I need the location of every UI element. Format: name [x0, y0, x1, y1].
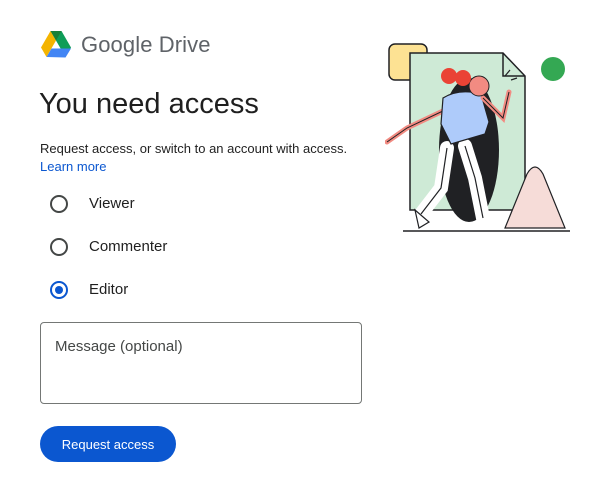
role-label-commenter: Commenter	[89, 238, 168, 255]
subtitle: Request access, or switch to an account …	[40, 141, 348, 156]
page-title: You need access	[39, 88, 259, 120]
role-label-editor: Editor	[89, 281, 129, 298]
role-label-viewer: Viewer	[89, 195, 135, 212]
google-drive-logo-icon	[41, 31, 71, 58]
message-textarea[interactable]	[40, 322, 362, 404]
app-name: Google Drive	[81, 32, 211, 57]
role-option-editor[interactable]: Editor	[50, 268, 167, 311]
person-through-document-illustration	[385, 43, 570, 232]
role-option-viewer[interactable]: Viewer	[50, 182, 167, 225]
viewer-radio[interactable]	[50, 194, 68, 213]
editor-radio[interactable]	[50, 280, 68, 299]
learn-more-link[interactable]: Learn more	[40, 159, 106, 174]
role-option-commenter[interactable]: Commenter	[50, 225, 167, 268]
role-radio-group: Viewer Commenter Editor	[50, 182, 167, 311]
request-access-button[interactable]: Request access	[40, 426, 176, 462]
commenter-radio[interactable]	[50, 237, 68, 256]
brand-header: Google Drive	[40, 30, 211, 60]
request-access-page: Google Drive You need access Request acc…	[0, 0, 605, 500]
